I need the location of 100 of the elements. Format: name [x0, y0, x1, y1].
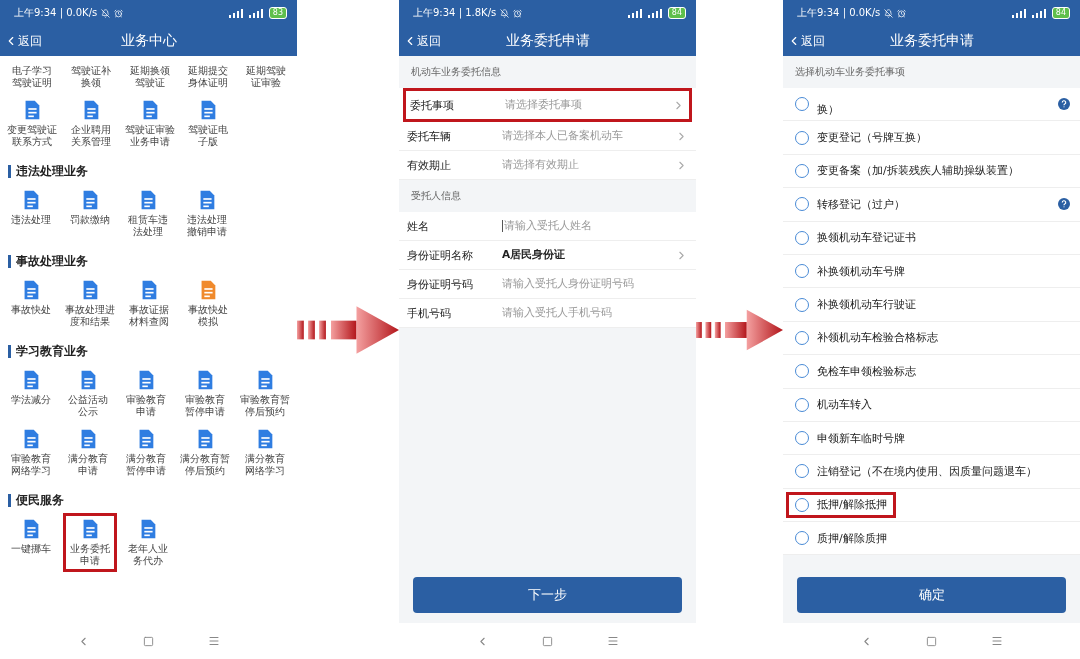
alarm-icon: [114, 8, 124, 18]
service-item[interactable]: 审验教育暂 停后预约: [237, 364, 293, 423]
home-nav-icon[interactable]: [542, 635, 554, 647]
service-item[interactable]: 满分教育 暂停申请: [119, 423, 173, 482]
confirm-button[interactable]: 确定: [797, 577, 1066, 613]
service-item[interactable]: 满分教育暂 停后预约: [177, 423, 233, 482]
option-item[interactable]: 变更登记（号牌互换）: [786, 124, 936, 151]
mute-icon: [500, 8, 510, 18]
radio-button[interactable]: [795, 163, 809, 178]
service-item[interactable]: 延期提交 身体证明: [181, 60, 236, 94]
service-item[interactable]: 驾驶证电 子版: [181, 94, 236, 153]
radio-button[interactable]: [795, 497, 809, 512]
radio-button[interactable]: [795, 431, 809, 446]
section-title: 学习教育业务: [8, 345, 297, 358]
page-title: 业务委托申请: [889, 32, 974, 48]
page-title: 业务委托申请: [505, 32, 590, 48]
form-row[interactable]: 姓名 请输入受托人姓名: [399, 212, 696, 241]
radio-button[interactable]: [795, 264, 809, 279]
signal-icon: [1031, 8, 1048, 18]
signal-icon: [627, 8, 644, 18]
option-item[interactable]: 变更备案（加/拆装残疾人辅助操纵装置）: [786, 157, 1028, 184]
radio-button[interactable]: [795, 97, 809, 112]
menu-icon[interactable]: [208, 635, 221, 647]
service-item[interactable]: 事故快处 模拟: [180, 274, 235, 333]
service-item[interactable]: 满分教育 网络学习: [237, 423, 293, 482]
highlighted-service-item[interactable]: 业务委托 申请: [62, 513, 118, 572]
radio-button[interactable]: [795, 464, 809, 479]
service-item[interactable]: 租赁车违 法处理: [121, 184, 176, 243]
service-item[interactable]: 违法处理: [4, 184, 59, 243]
option-item[interactable]: 机动车转入: [786, 391, 881, 418]
service-item[interactable]: 事故证据 材料查阅: [122, 274, 177, 333]
signal-icon: [647, 8, 664, 18]
mute-icon: [101, 8, 111, 18]
option-item[interactable]: 补换领机动车号牌: [786, 258, 914, 285]
service-item[interactable]: 电子学习 驾驶证明: [4, 60, 60, 94]
signal-icon: [248, 8, 265, 18]
signal-icon: [1011, 8, 1028, 18]
service-item[interactable]: 事故处理进 度和结果: [62, 274, 119, 333]
section-title: 违法处理业务: [8, 165, 297, 178]
option-item[interactable]: 质押/解除质押: [786, 525, 896, 552]
option-item[interactable]: 补领机动车检验合格标志: [786, 324, 947, 351]
form-row[interactable]: 委托车辆 请选择本人已备案机动车: [399, 122, 696, 151]
service-item[interactable]: 企业聘用 关系管理: [64, 94, 118, 153]
signal-icon: [228, 8, 245, 18]
service-item[interactable]: 延期驾驶 证审验: [239, 60, 293, 94]
help-icon[interactable]: [1058, 98, 1070, 111]
form-row[interactable]: 身份证明号码 请输入受托人身份证明号码: [399, 270, 696, 299]
alarm-icon: [513, 8, 523, 18]
radio-button[interactable]: [795, 197, 809, 212]
service-item[interactable]: 违法处理 撤销申请: [179, 184, 235, 243]
service-item[interactable]: 老年人业 务代办: [121, 513, 176, 572]
menu-icon[interactable]: [607, 635, 620, 647]
next-button[interactable]: 下一步: [413, 577, 682, 613]
option-item[interactable]: 换）: [786, 91, 848, 118]
option-item[interactable]: 补换领机动车行驶证: [786, 291, 925, 318]
section-title: 便民服务: [8, 494, 297, 507]
option-item[interactable]: 注销登记（不在境内使用、因质量问题退车）: [786, 458, 1046, 485]
back-button[interactable]: 返回: [0, 32, 46, 50]
home-nav-icon[interactable]: [926, 635, 938, 647]
option-item[interactable]: 免检车申领检验标志: [786, 358, 925, 385]
radio-button[interactable]: [795, 364, 809, 379]
radio-button[interactable]: [795, 130, 809, 145]
service-item[interactable]: 事故快处: [4, 274, 59, 333]
service-item[interactable]: 审验教育 申请: [119, 364, 173, 423]
radio-button[interactable]: [795, 230, 809, 245]
menu-icon[interactable]: [991, 635, 1004, 647]
service-item[interactable]: 驾驶证审验 业务申请: [121, 94, 178, 153]
status-time: 上午9:34 | 1.8K/s: [413, 6, 497, 20]
help-icon[interactable]: [1058, 198, 1070, 211]
service-item[interactable]: 罚款缴纳: [62, 184, 118, 243]
form-row[interactable]: 手机号码 请输入受托人手机号码: [399, 299, 696, 328]
battery-level: 84: [1051, 7, 1070, 19]
radio-button[interactable]: [795, 531, 809, 546]
service-item[interactable]: 学法减分: [4, 364, 58, 423]
alarm-icon: [897, 8, 907, 18]
option-item[interactable]: 申领新车临时号牌: [786, 425, 914, 452]
status-time: 上午9:34 | 0.0K/s: [797, 6, 881, 20]
service-item[interactable]: 满分教育 申请: [61, 423, 116, 482]
service-item[interactable]: 变更驾驶证 联系方式: [4, 94, 60, 153]
radio-button[interactable]: [795, 297, 809, 312]
service-item[interactable]: 驾驶证补 换领: [64, 60, 118, 94]
option-item[interactable]: 转移登记（过户）: [786, 191, 914, 218]
service-item[interactable]: 审验教育 网络学习: [4, 423, 58, 482]
radio-button[interactable]: [795, 330, 809, 345]
option-item[interactable]: 抵押/解除抵押: [786, 491, 896, 518]
section-title: 事故处理业务: [8, 255, 297, 268]
back-button[interactable]: 返回: [783, 32, 829, 50]
service-item[interactable]: 审验教育 暂停申请: [177, 364, 233, 423]
home-nav-icon[interactable]: [143, 635, 155, 647]
service-item[interactable]: 一键挪车: [4, 513, 59, 572]
form-row[interactable]: 委托事项 请选择委托事项: [403, 88, 692, 122]
status-time: 上午9:34 | 0.0K/s: [14, 6, 98, 20]
radio-button[interactable]: [795, 397, 809, 412]
page-title: 业务中心: [120, 32, 177, 48]
battery-level: 83: [268, 7, 287, 19]
service-item[interactable]: 公益活动 公示: [61, 364, 116, 423]
back-button[interactable]: 返回: [399, 32, 445, 50]
option-item[interactable]: 换领机动车登记证书: [786, 224, 925, 251]
service-item[interactable]: 延期换领 驾驶证: [121, 60, 178, 94]
form-row[interactable]: 身份证明名称 A居民身份证: [399, 241, 696, 270]
